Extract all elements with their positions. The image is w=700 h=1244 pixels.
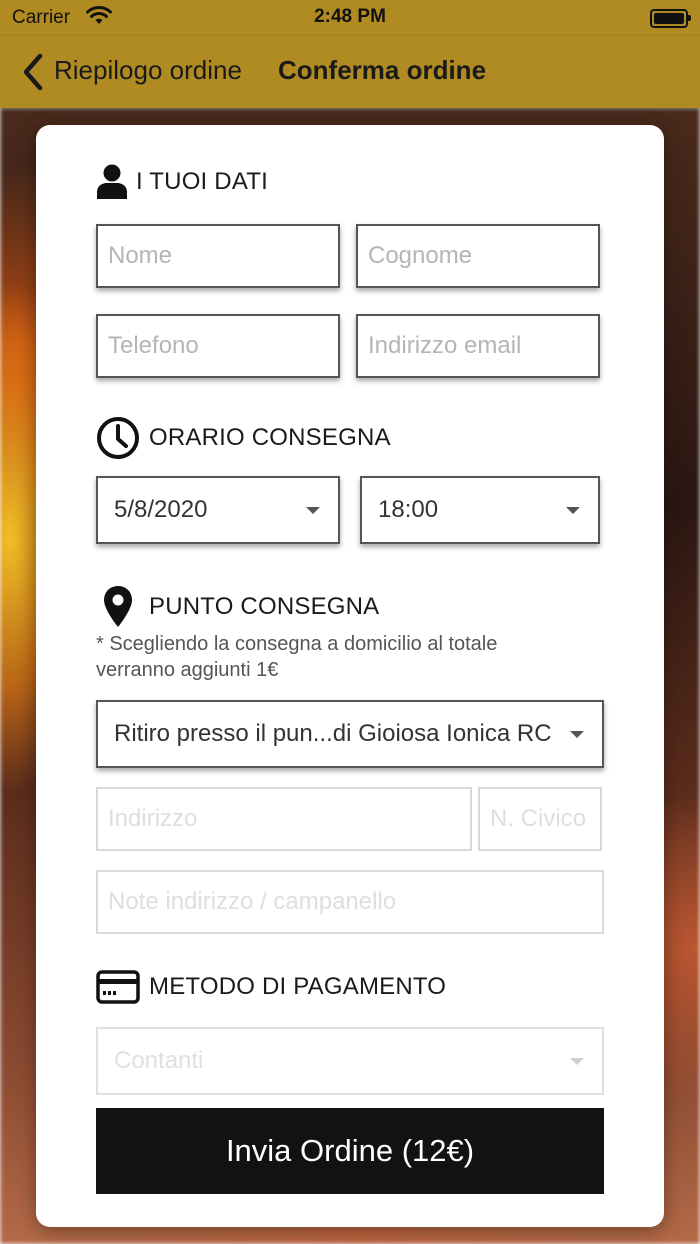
back-button[interactable]: Riepilogo ordine: [54, 55, 242, 86]
section-delivery-point-title: PUNTO CONSEGNA: [149, 593, 380, 620]
email-field[interactable]: Indirizzo email: [356, 314, 600, 378]
section-payment-title: METODO DI PAGAMENTO: [149, 973, 447, 1000]
section-time-title: ORARIO CONSEGNA: [149, 424, 391, 451]
first-name-field[interactable]: Nome: [96, 224, 340, 288]
civic-number-field[interactable]: N. Civico: [478, 787, 602, 851]
chevron-down-icon: [570, 1058, 584, 1065]
credit-card-icon: [96, 970, 140, 1004]
chevron-down-icon: [566, 507, 580, 514]
delivery-point-value: Ritiro presso il pun...di Gioiosa Ionica…: [114, 720, 552, 747]
time-value: 18:00: [378, 496, 439, 523]
status-time: 2:48 PM: [314, 6, 386, 27]
order-form-card: I TUOI DATI Nome Cognome Telefono Indiri…: [36, 125, 664, 1227]
delivery-point-select[interactable]: Ritiro presso il pun...di Gioiosa Ionica…: [96, 700, 604, 768]
chevron-down-icon: [570, 731, 584, 738]
submit-order-button[interactable]: Invia Ordine (12€): [96, 1108, 604, 1194]
page-title: Conferma ordine: [278, 55, 487, 85]
map-pin-icon: [104, 586, 132, 627]
date-value: 5/8/2020: [114, 496, 208, 523]
chevron-down-icon: [306, 507, 320, 514]
address-field[interactable]: Indirizzo: [96, 787, 472, 851]
battery-icon: [650, 9, 691, 28]
status-bar: Carrier 2:48 PM: [0, 0, 700, 36]
section-payment-header: METODO DI PAGAMENTO: [96, 970, 446, 1004]
section-delivery-point-header: PUNTO CONSEGNA: [96, 584, 379, 630]
back-chevron-icon[interactable]: [20, 50, 50, 94]
navigation-bar: Riepilogo ordine Conferma ordine: [0, 36, 700, 108]
time-select[interactable]: 18:00: [360, 476, 600, 544]
section-personal-header: I TUOI DATI: [96, 163, 268, 201]
payment-method-select[interactable]: Contanti: [96, 1027, 604, 1095]
last-name-field[interactable]: Cognome: [356, 224, 600, 288]
section-personal-title: I TUOI DATI: [136, 168, 268, 195]
address-notes-field[interactable]: Note indirizzo / campanello: [96, 870, 604, 934]
delivery-note: * Scegliendo la consegna a domicilio al …: [96, 633, 498, 681]
date-select[interactable]: 5/8/2020: [96, 476, 340, 544]
user-icon: [97, 164, 127, 199]
payment-method-value: Contanti: [114, 1047, 204, 1074]
section-time-header: ORARIO CONSEGNA: [96, 416, 391, 460]
clock-icon: [97, 417, 139, 459]
phone-field[interactable]: Telefono: [96, 314, 340, 378]
